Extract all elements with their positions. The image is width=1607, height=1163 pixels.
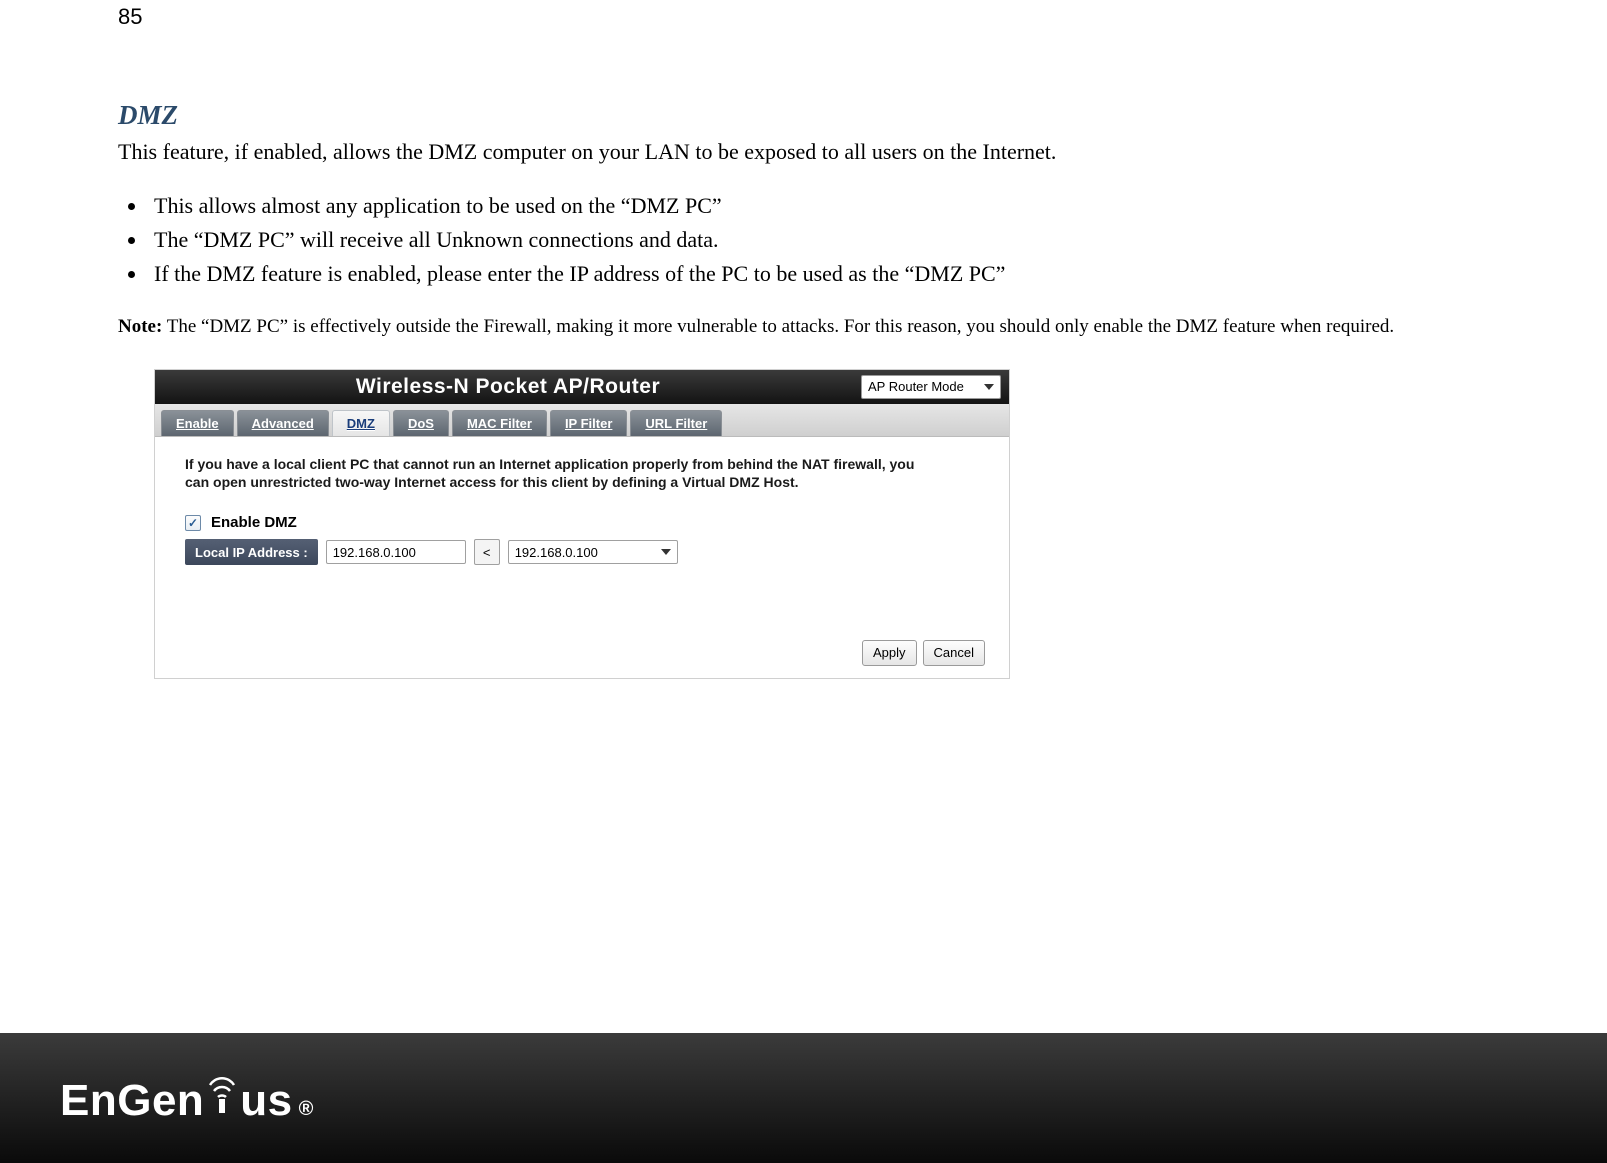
logo-text-2: us: [240, 1076, 292, 1126]
cancel-button-label: Cancel: [934, 645, 974, 660]
note-paragraph: Note: The “DMZ PC” is effectively outsid…: [118, 313, 1498, 341]
chevron-down-icon: [661, 549, 671, 555]
feature-bullets: This allows almost any application to be…: [118, 189, 1498, 291]
bullet-item: This allows almost any application to be…: [148, 189, 1498, 223]
footer: EnGen us ®: [0, 1033, 1607, 1163]
copy-ip-button-label: <: [483, 545, 491, 560]
enable-dmz-row: ✓ Enable DMZ: [185, 514, 985, 531]
ip-select[interactable]: 192.168.0.100: [508, 540, 678, 564]
tab-enable[interactable]: Enable: [161, 410, 234, 436]
ip-field-label: Local IP Address :: [185, 539, 318, 565]
enable-dmz-label: Enable DMZ: [211, 514, 297, 531]
ip-input-value: 192.168.0.100: [333, 545, 416, 560]
tab-label: DoS: [408, 416, 434, 431]
tab-strip: Enable Advanced DMZ DoS MAC Filter IP Fi…: [155, 404, 1009, 437]
content-area: DMZ This feature, if enabled, allows the…: [118, 100, 1498, 679]
intro-paragraph: This feature, if enabled, allows the DMZ…: [118, 137, 1498, 167]
apply-button-label: Apply: [873, 645, 906, 660]
page: 85 DMZ This feature, if enabled, allows …: [0, 0, 1607, 1163]
action-buttons: Apply Cancel: [862, 640, 985, 666]
banner: Wireless-N Pocket AP/Router AP Router Mo…: [155, 370, 1009, 404]
banner-title: Wireless-N Pocket AP/Router: [155, 375, 861, 399]
logo-text-1: EnGen: [60, 1076, 204, 1126]
tab-label: MAC Filter: [467, 416, 532, 431]
tab-label: DMZ: [347, 416, 375, 431]
tab-label: URL Filter: [645, 416, 707, 431]
bullet-item: The “DMZ PC” will receive all Unknown co…: [148, 223, 1498, 257]
note-text: The “DMZ PC” is effectively outside the …: [162, 316, 1394, 337]
router-panel: Wireless-N Pocket AP/Router AP Router Mo…: [154, 369, 1010, 679]
mode-select[interactable]: AP Router Mode: [861, 375, 1001, 399]
apply-button[interactable]: Apply: [862, 640, 917, 666]
mode-select-value: AP Router Mode: [868, 379, 964, 394]
panel-description: If you have a local client PC that canno…: [185, 455, 925, 493]
chevron-down-icon: [984, 384, 994, 390]
panel-body: If you have a local client PC that canno…: [155, 437, 1009, 678]
note-label: Note:: [118, 316, 162, 337]
tab-dmz[interactable]: DMZ: [332, 410, 390, 436]
tab-label: Advanced: [252, 416, 314, 431]
tab-label: IP Filter: [565, 416, 612, 431]
tab-label: Enable: [176, 416, 219, 431]
registered-icon: ®: [299, 1098, 314, 1121]
page-number: 85: [118, 4, 142, 30]
wifi-icon: [206, 1071, 238, 1111]
engenius-logo: EnGen us ®: [60, 1071, 314, 1126]
check-icon: ✓: [188, 517, 198, 529]
tab-mac-filter[interactable]: MAC Filter: [452, 410, 547, 436]
tab-url-filter[interactable]: URL Filter: [630, 410, 722, 436]
section-title: DMZ: [118, 100, 1498, 131]
tab-ip-filter[interactable]: IP Filter: [550, 410, 627, 436]
copy-ip-button[interactable]: <: [474, 539, 500, 565]
ip-select-value: 192.168.0.100: [515, 545, 598, 560]
enable-dmz-checkbox[interactable]: ✓: [185, 515, 201, 531]
tab-advanced[interactable]: Advanced: [237, 410, 329, 436]
cancel-button[interactable]: Cancel: [923, 640, 985, 666]
bullet-item: If the DMZ feature is enabled, please en…: [148, 257, 1498, 291]
ip-row: Local IP Address : 192.168.0.100 < 192.1…: [185, 539, 985, 565]
tab-dos[interactable]: DoS: [393, 410, 449, 436]
ip-input[interactable]: 192.168.0.100: [326, 540, 466, 564]
